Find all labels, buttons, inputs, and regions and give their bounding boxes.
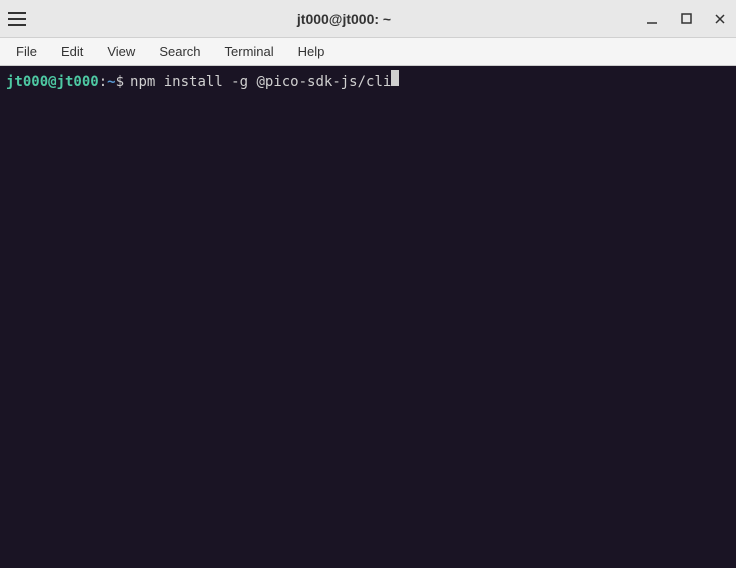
- terminal-area[interactable]: jt000@jt000:~$ npm install -g @pico-sdk-…: [0, 66, 736, 568]
- menu-terminal[interactable]: Terminal: [213, 40, 286, 63]
- menu-help[interactable]: Help: [286, 40, 337, 63]
- prompt-user: jt000@jt000: [6, 73, 99, 91]
- titlebar: jt000@jt000: ~: [0, 0, 736, 38]
- prompt-colon: :: [99, 73, 107, 91]
- menu-file[interactable]: File: [4, 40, 49, 63]
- window-controls: [644, 11, 728, 27]
- command-text: npm install -g @pico-sdk-js/cli: [130, 73, 391, 91]
- prompt-path: ~: [107, 73, 115, 91]
- minimize-button[interactable]: [644, 11, 660, 27]
- menu-view[interactable]: View: [95, 40, 147, 63]
- prompt-dollar: $: [116, 73, 124, 91]
- menu-search[interactable]: Search: [147, 40, 212, 63]
- cursor: [391, 70, 399, 86]
- hamburger-menu-icon[interactable]: [8, 7, 32, 31]
- menu-edit[interactable]: Edit: [49, 40, 95, 63]
- close-button[interactable]: [712, 11, 728, 27]
- maximize-button[interactable]: [678, 11, 694, 27]
- window-title: jt000@jt000: ~: [44, 11, 644, 27]
- menubar: File Edit View Search Terminal Help: [0, 38, 736, 66]
- prompt-line: jt000@jt000:~$ npm install -g @pico-sdk-…: [6, 70, 730, 91]
